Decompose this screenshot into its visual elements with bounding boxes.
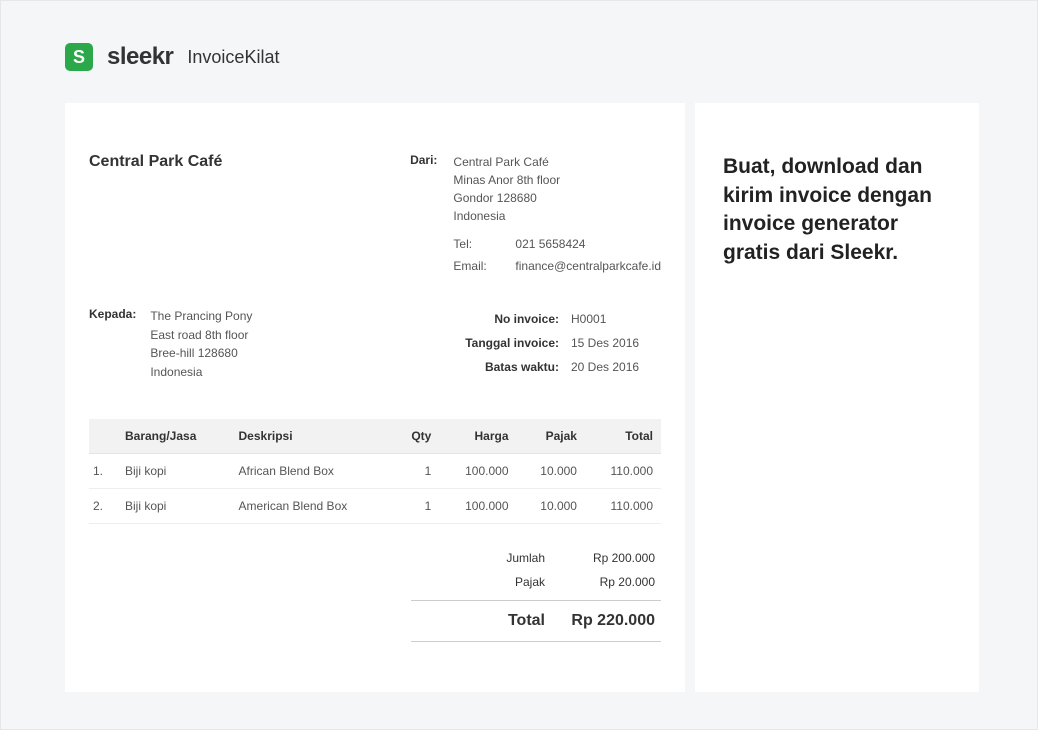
to-block: Kepada: The Prancing Pony East road 8th …	[89, 307, 252, 381]
cell-item: Biji kopi	[117, 489, 231, 524]
cell-item: Biji kopi	[117, 454, 231, 489]
meta-date-value: 15 Des 2016	[571, 331, 661, 355]
cell-tax: 10.000	[517, 489, 585, 524]
to-name: The Prancing Pony	[150, 307, 252, 326]
tel-label: Tel:	[453, 235, 493, 253]
logo-badge: S	[65, 43, 93, 71]
from-block: Dari: Central Park Café Minas Anor 8th f…	[397, 153, 661, 275]
aside-card: Buat, download dan kirim invoice dengan …	[695, 103, 979, 692]
brand-header: S sleekr InvoiceKilat	[65, 43, 1013, 71]
totals-divider-bottom	[411, 641, 661, 642]
meta-block: No invoice: H0001 Tanggal invoice: 15 De…	[459, 307, 661, 381]
from-country: Indonesia	[453, 207, 661, 225]
content-row: Central Park Café Dari: Central Park Caf…	[25, 103, 1013, 692]
col-qty: Qty	[393, 419, 440, 454]
email-value: finance@centralparkcafe.id	[515, 257, 661, 275]
subtotal-label: Jumlah	[506, 551, 545, 565]
cell-idx: 2.	[89, 489, 117, 524]
totals-divider	[411, 600, 661, 601]
from-lines: Central Park Café Minas Anor 8th floor G…	[453, 153, 661, 275]
to-lines: The Prancing Pony East road 8th floor Br…	[150, 307, 252, 381]
grand-label: Total	[508, 612, 545, 630]
table-row: 2. Biji kopi American Blend Box 1 100.00…	[89, 489, 661, 524]
subtotal-value: Rp 200.000	[565, 551, 655, 565]
items-table: Barang/Jasa Deskripsi Qty Harga Pajak To…	[89, 419, 661, 524]
col-desc: Deskripsi	[231, 419, 393, 454]
meta-date-label: Tanggal invoice:	[459, 331, 559, 355]
page-container: S sleekr InvoiceKilat Central Park Café …	[0, 0, 1038, 730]
aside-title: Buat, download dan kirim invoice dengan …	[723, 153, 951, 267]
grand-row: Total Rp 220.000	[411, 607, 661, 635]
from-line1: Minas Anor 8th floor	[453, 171, 661, 189]
cell-total: 110.000	[585, 454, 661, 489]
tel-value: 021 5658424	[515, 235, 585, 253]
cell-qty: 1	[393, 454, 440, 489]
meta-no-label: No invoice:	[459, 307, 559, 331]
company-name: Central Park Café	[89, 153, 222, 275]
from-label: Dari:	[397, 153, 437, 275]
email-label: Email:	[453, 257, 493, 275]
from-line2: Gondor 128680	[453, 189, 661, 207]
from-tel-row: Tel: 021 5658424	[453, 235, 661, 253]
tax-row: Pajak Rp 20.000	[411, 570, 661, 594]
meta-date: Tanggal invoice: 15 Des 2016	[459, 331, 661, 355]
cell-tax: 10.000	[517, 454, 585, 489]
cell-desc: African Blend Box	[231, 454, 393, 489]
cell-idx: 1.	[89, 454, 117, 489]
col-total: Total	[585, 419, 661, 454]
tax-value: Rp 20.000	[565, 575, 655, 589]
meta-due-value: 20 Des 2016	[571, 355, 661, 379]
brand-name: sleekr	[107, 43, 173, 71]
to-country: Indonesia	[150, 363, 252, 382]
product-bold: Invoice	[187, 47, 244, 67]
meta-no-value: H0001	[571, 307, 661, 331]
to-label: Kepada:	[89, 307, 136, 381]
col-item: Barang/Jasa	[117, 419, 231, 454]
meta-due: Batas waktu: 20 Des 2016	[459, 355, 661, 379]
product-light: Kilat	[244, 47, 279, 67]
grand-value: Rp 220.000	[565, 612, 655, 630]
col-tax: Pajak	[517, 419, 585, 454]
totals-block: Jumlah Rp 200.000 Pajak Rp 20.000 Total …	[411, 546, 661, 642]
from-name: Central Park Café	[453, 153, 661, 171]
meta-due-label: Batas waktu:	[459, 355, 559, 379]
table-row: 1. Biji kopi African Blend Box 1 100.000…	[89, 454, 661, 489]
cell-desc: American Blend Box	[231, 489, 393, 524]
invoice-top: Central Park Café Dari: Central Park Caf…	[89, 153, 661, 275]
subtotal-row: Jumlah Rp 200.000	[411, 546, 661, 570]
cell-price: 100.000	[439, 454, 516, 489]
invoice-mid: Kepada: The Prancing Pony East road 8th …	[89, 307, 661, 381]
cell-total: 110.000	[585, 489, 661, 524]
cell-price: 100.000	[439, 489, 516, 524]
invoice-card: Central Park Café Dari: Central Park Caf…	[65, 103, 685, 692]
product-name: InvoiceKilat	[187, 47, 279, 68]
col-price: Harga	[439, 419, 516, 454]
tax-label: Pajak	[515, 575, 545, 589]
from-email-row: Email: finance@centralparkcafe.id	[453, 257, 661, 275]
cell-qty: 1	[393, 489, 440, 524]
to-line2: Bree-hill 128680	[150, 344, 252, 363]
items-header-row: Barang/Jasa Deskripsi Qty Harga Pajak To…	[89, 419, 661, 454]
meta-no: No invoice: H0001	[459, 307, 661, 331]
col-idx	[89, 419, 117, 454]
to-line1: East road 8th floor	[150, 326, 252, 345]
